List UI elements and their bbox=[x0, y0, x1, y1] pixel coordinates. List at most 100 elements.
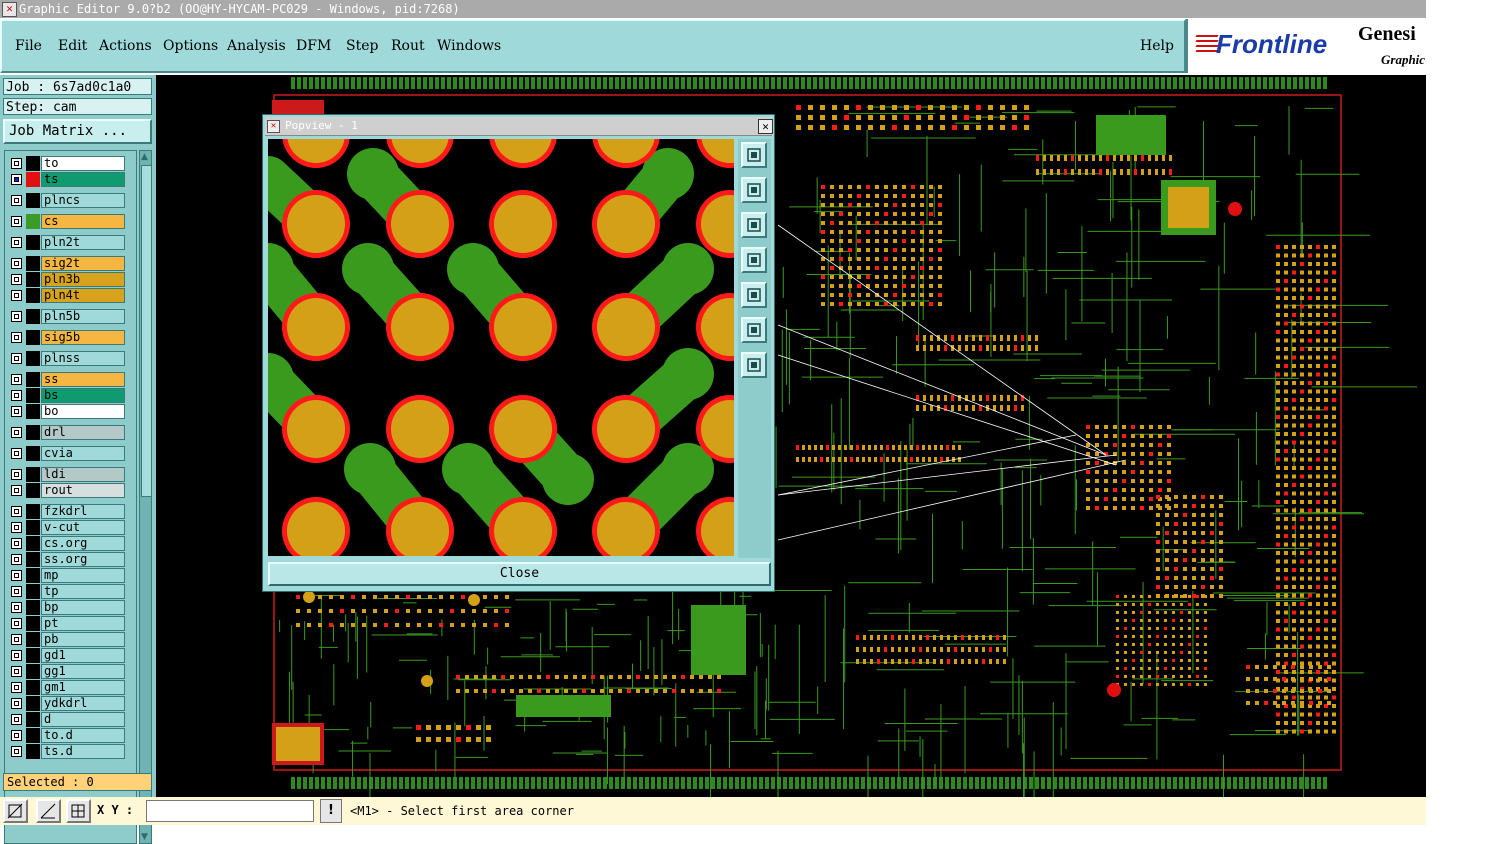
layer-checkbox[interactable] bbox=[11, 195, 22, 206]
layer-row-sig5b[interactable]: sig5b bbox=[7, 330, 127, 345]
zoom-fit-icon[interactable] bbox=[741, 317, 767, 343]
layer-color-swatch[interactable] bbox=[26, 584, 40, 599]
layer-name[interactable]: rout bbox=[41, 483, 125, 498]
pan-up-icon[interactable] bbox=[741, 177, 767, 203]
layer-checkbox[interactable] bbox=[11, 390, 22, 401]
layer-row-ts-d[interactable]: ts.d bbox=[7, 744, 127, 759]
layer-list-scrollbar[interactable]: ▲ ▼ bbox=[139, 150, 152, 844]
job-matrix-button[interactable]: Job Matrix ... bbox=[3, 119, 152, 144]
layer-name[interactable]: pb bbox=[41, 632, 125, 647]
layer-row-ss[interactable]: ss bbox=[7, 372, 127, 387]
layer-name[interactable]: ts bbox=[41, 172, 125, 187]
app-icon[interactable]: ✕ bbox=[2, 2, 17, 17]
layer-color-swatch[interactable] bbox=[26, 648, 40, 663]
layer-checkbox[interactable] bbox=[11, 158, 22, 169]
layer-checkbox[interactable] bbox=[11, 602, 22, 613]
layer-checkbox[interactable] bbox=[11, 506, 22, 517]
layer-checkbox[interactable] bbox=[11, 274, 22, 285]
layer-row-pln2t[interactable]: pln2t bbox=[7, 235, 127, 250]
layer-name[interactable]: fzkdrl bbox=[41, 504, 125, 519]
layer-checkbox[interactable] bbox=[11, 485, 22, 496]
layer-color-swatch[interactable] bbox=[26, 214, 40, 229]
layer-row-to-d[interactable]: to.d bbox=[7, 728, 127, 743]
menu-windows[interactable]: Windows bbox=[437, 38, 501, 54]
layer-checkbox[interactable] bbox=[11, 746, 22, 757]
layer-name[interactable]: sig5b bbox=[41, 330, 125, 345]
layer-row-pln5b[interactable]: pln5b bbox=[7, 309, 127, 324]
grid-icon[interactable] bbox=[66, 799, 91, 823]
layer-color-swatch[interactable] bbox=[26, 632, 40, 647]
popview-close-icon[interactable]: ✕ bbox=[758, 119, 773, 134]
layer-name[interactable]: v-cut bbox=[41, 520, 125, 535]
layer-color-swatch[interactable] bbox=[26, 664, 40, 679]
popview-zoom-view[interactable] bbox=[268, 139, 734, 556]
layer-color-swatch[interactable] bbox=[26, 256, 40, 271]
layer-color-swatch[interactable] bbox=[26, 712, 40, 727]
layer-color-swatch[interactable] bbox=[26, 309, 40, 324]
layer-name[interactable]: pln2t bbox=[41, 235, 125, 250]
layer-row-bo[interactable]: bo bbox=[7, 404, 127, 419]
menu-file[interactable]: File bbox=[15, 38, 42, 54]
layer-color-swatch[interactable] bbox=[26, 616, 40, 631]
center-icon[interactable] bbox=[741, 352, 767, 378]
layer-row-v-cut[interactable]: v-cut bbox=[7, 520, 127, 535]
layer-name[interactable]: ldi bbox=[41, 467, 125, 482]
popview-app-icon[interactable]: ✕ bbox=[267, 120, 280, 133]
layer-row-pb[interactable]: pb bbox=[7, 632, 127, 647]
pan-down-icon[interactable] bbox=[741, 212, 767, 238]
layer-checkbox[interactable] bbox=[11, 714, 22, 725]
layer-checkbox[interactable] bbox=[11, 406, 22, 417]
layer-name[interactable]: ss bbox=[41, 372, 125, 387]
layer-row-rout[interactable]: rout bbox=[7, 483, 127, 498]
layer-name[interactable]: pln3b bbox=[41, 272, 125, 287]
layer-row-drl[interactable]: drl bbox=[7, 425, 127, 440]
layer-checkbox[interactable] bbox=[11, 332, 22, 343]
layer-name[interactable]: plnss bbox=[41, 351, 125, 366]
layer-name[interactable]: bp bbox=[41, 600, 125, 615]
scroll-thumb[interactable] bbox=[141, 165, 152, 497]
layer-checkbox[interactable] bbox=[11, 311, 22, 322]
layer-row-d[interactable]: d bbox=[7, 712, 127, 727]
layer-row-bs[interactable]: bs bbox=[7, 388, 127, 403]
layer-row-gm1[interactable]: gm1 bbox=[7, 680, 127, 695]
layer-row-ldi[interactable]: ldi bbox=[7, 467, 127, 482]
pan-left-icon[interactable] bbox=[741, 247, 767, 273]
layer-row-gg1[interactable]: gg1 bbox=[7, 664, 127, 679]
layer-color-swatch[interactable] bbox=[26, 600, 40, 615]
layer-color-swatch[interactable] bbox=[26, 467, 40, 482]
menu-actions[interactable]: Actions bbox=[99, 38, 152, 54]
layer-checkbox[interactable] bbox=[11, 353, 22, 364]
layer-color-swatch[interactable] bbox=[26, 156, 40, 171]
layer-row-cs-org[interactable]: cs.org bbox=[7, 536, 127, 551]
layer-name[interactable]: to.d bbox=[41, 728, 125, 743]
layer-row-gd1[interactable]: gd1 bbox=[7, 648, 127, 663]
layer-checkbox[interactable] bbox=[11, 522, 22, 533]
menu-edit[interactable]: Edit bbox=[58, 38, 87, 54]
layer-name[interactable]: ydkdrl bbox=[41, 696, 125, 711]
layer-checkbox[interactable] bbox=[11, 730, 22, 741]
layer-color-swatch[interactable] bbox=[26, 552, 40, 567]
layer-checkbox[interactable] bbox=[11, 570, 22, 581]
layer-row-cvia[interactable]: cvia bbox=[7, 446, 127, 461]
pan-right-icon[interactable] bbox=[741, 282, 767, 308]
popview-title-bar[interactable]: ✕ Popview - 1 ✕ bbox=[265, 117, 773, 136]
layer-name[interactable]: gg1 bbox=[41, 664, 125, 679]
layer-color-swatch[interactable] bbox=[26, 446, 40, 461]
layer-name[interactable]: d bbox=[41, 712, 125, 727]
layer-color-swatch[interactable] bbox=[26, 536, 40, 551]
layer-color-swatch[interactable] bbox=[26, 404, 40, 419]
layer-row-pt[interactable]: pt bbox=[7, 616, 127, 631]
layer-checkbox[interactable] bbox=[11, 174, 22, 185]
layer-checkbox[interactable] bbox=[11, 586, 22, 597]
measure-icon[interactable] bbox=[36, 799, 61, 823]
layer-name[interactable]: pln5b bbox=[41, 309, 125, 324]
layer-name[interactable]: to bbox=[41, 156, 125, 171]
layer-checkbox[interactable] bbox=[11, 682, 22, 693]
layer-row-ss-org[interactable]: ss.org bbox=[7, 552, 127, 567]
menu-step[interactable]: Step bbox=[346, 38, 378, 54]
layer-color-swatch[interactable] bbox=[26, 425, 40, 440]
layer-name[interactable]: tp bbox=[41, 584, 125, 599]
layer-row-to[interactable]: to bbox=[7, 156, 127, 171]
layer-row-sig2t[interactable]: sig2t bbox=[7, 256, 127, 271]
layer-row-tp[interactable]: tp bbox=[7, 584, 127, 599]
